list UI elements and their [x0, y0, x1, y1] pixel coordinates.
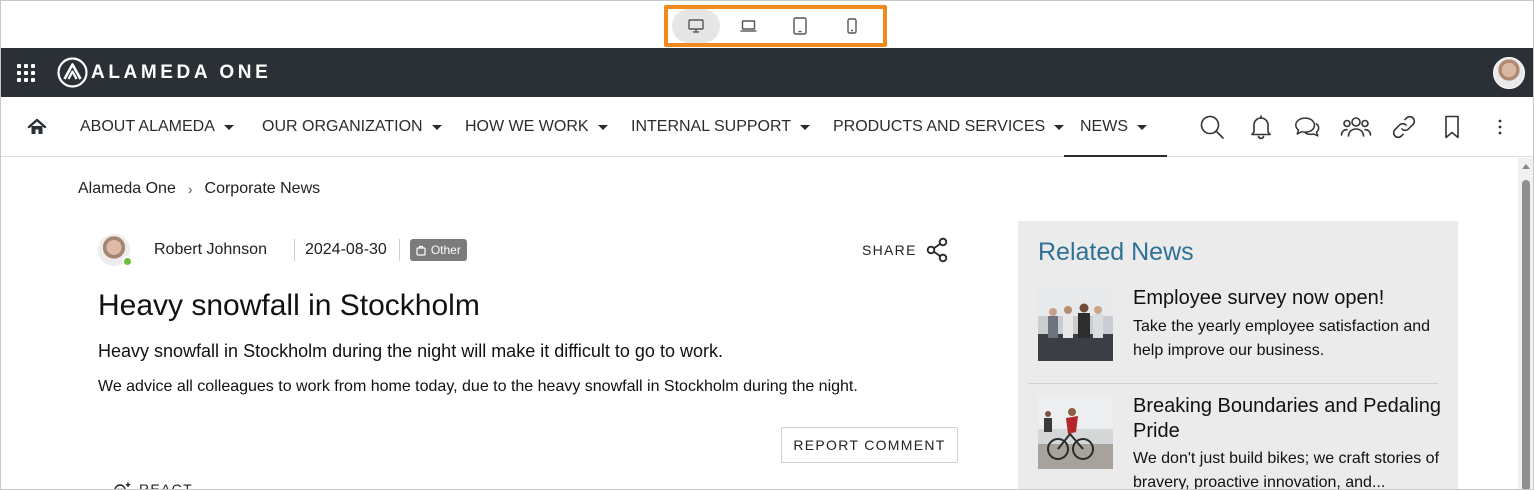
bookmarks-button[interactable] [1438, 113, 1466, 141]
share-icon [926, 237, 947, 263]
logo-mark-icon [57, 57, 88, 88]
article-title: Heavy snowfall in Stockholm [98, 289, 480, 322]
add-reaction-icon [114, 482, 131, 489]
search-button[interactable] [1198, 113, 1226, 141]
news-excerpt: We don't just build bikes; we craft stor… [1133, 450, 1440, 490]
article-meta: Robert Johnson 2024-08-30 Other [98, 233, 467, 267]
category-tag-label: Other [430, 243, 461, 257]
breadcrumb-separator: › [187, 181, 193, 197]
mobile-icon [847, 18, 857, 34]
tag-briefcase-icon [416, 245, 426, 256]
react-label: REACT [139, 481, 193, 490]
nav-item-label: INTERNAL SUPPORT [631, 118, 792, 135]
main-navigation: ABOUT ALAMEDA OUR ORGANIZATION HOW WE WO… [1, 97, 1533, 157]
brand-name: ALAMEDA ONE [91, 61, 272, 83]
news-headline[interactable]: Breaking Boundaries and Pedaling Pride [1133, 394, 1443, 444]
nav-item-label: OUR ORGANIZATION [262, 118, 423, 135]
related-news-item[interactable]: Employee survey now open! Take the yearl… [1028, 286, 1438, 376]
breadcrumb-item-current[interactable]: Corporate News [205, 180, 321, 198]
user-avatar[interactable] [1493, 57, 1525, 89]
brand-logo[interactable]: ALAMEDA ONE [57, 57, 271, 88]
news-divider [1028, 383, 1438, 384]
scroll-up-icon[interactable] [1522, 164, 1530, 169]
tablet-view-button[interactable] [776, 9, 824, 43]
caret-down-icon [800, 124, 811, 130]
author-avatar[interactable] [98, 234, 133, 267]
device-preview-bar [1, 1, 1533, 48]
news-excerpt: Take the yearly employee satisfaction an… [1133, 318, 1431, 359]
breadcrumb-item-home[interactable]: Alameda One [78, 180, 176, 198]
nav-item-about-alameda[interactable]: ABOUT ALAMEDA [80, 97, 234, 157]
related-news-title: Related News [1038, 238, 1194, 266]
category-tag[interactable]: Other [409, 239, 467, 261]
nav-item-label: ABOUT ALAMEDA [80, 118, 215, 135]
article-lead: Heavy snowfall in Stockholm during the n… [98, 341, 723, 361]
breadcrumb: Alameda One › Corporate News [78, 180, 320, 198]
people-button[interactable] [1340, 113, 1372, 141]
meta-divider [398, 239, 400, 261]
news-thumbnail-image [1038, 286, 1113, 361]
tablet-icon [793, 17, 807, 35]
share-label: SHARE [862, 242, 917, 258]
presence-online-icon [122, 256, 133, 267]
home-icon[interactable] [27, 117, 47, 137]
bell-icon [1251, 115, 1271, 140]
news-headline[interactable]: Employee survey now open! [1133, 286, 1443, 311]
notifications-button[interactable] [1247, 113, 1275, 141]
link-icon [1392, 115, 1416, 139]
chat-button[interactable] [1293, 113, 1321, 141]
meta-divider [293, 239, 295, 261]
caret-down-icon [1054, 124, 1065, 130]
laptop-icon [740, 20, 756, 32]
nav-item-label: NEWS [1080, 118, 1128, 135]
vertical-scrollbar[interactable] [1518, 158, 1533, 489]
post-date: 2024-08-30 [304, 241, 387, 258]
desktop-view-button[interactable] [672, 9, 720, 43]
nav-item-our-organization[interactable]: OUR ORGANIZATION [262, 97, 442, 157]
react-button[interactable]: REACT [113, 481, 193, 490]
nav-item-news[interactable]: NEWS [1064, 97, 1167, 157]
search-icon [1200, 115, 1224, 139]
share-button[interactable]: SHARE [862, 237, 949, 263]
caret-down-icon [1137, 124, 1147, 130]
page-content: Alameda One › Corporate News Robert John… [1, 158, 1518, 490]
report-comment-button[interactable]: REPORT COMMENT [781, 427, 958, 463]
chat-icon [1295, 117, 1320, 137]
top-bar: ALAMEDA ONE [1, 48, 1533, 97]
caret-down-icon [431, 124, 442, 130]
related-news-item[interactable]: Breaking Boundaries and Pedaling Pride W… [1028, 394, 1441, 489]
more-vertical-icon [1498, 119, 1502, 135]
news-thumbnail-image [1038, 394, 1113, 469]
laptop-view-button[interactable] [724, 9, 772, 43]
people-icon [1340, 117, 1372, 137]
nav-item-label: HOW WE WORK [465, 118, 589, 135]
scrollbar-thumb[interactable] [1522, 180, 1530, 489]
device-switcher [664, 5, 887, 47]
nav-item-products-and-services[interactable]: PRODUCTS AND SERVICES [833, 97, 1065, 157]
nav-item-how-we-work[interactable]: HOW WE WORK [465, 97, 608, 157]
caret-down-icon [223, 124, 234, 130]
article-body: We advice all colleagues to work from ho… [98, 378, 858, 395]
app-frame: ALAMEDA ONE ABOUT ALAMEDA OUR ORGANIZATI… [0, 0, 1534, 490]
caret-down-icon [597, 124, 608, 130]
related-news-panel: Related News Employee survey now open! T… [1018, 221, 1458, 489]
nav-item-internal-support[interactable]: INTERNAL SUPPORT [631, 97, 811, 157]
desktop-icon [688, 19, 704, 33]
mobile-view-button[interactable] [828, 9, 876, 43]
bookmark-icon [1445, 115, 1459, 139]
more-options-button[interactable] [1486, 113, 1514, 141]
nav-item-label: PRODUCTS AND SERVICES [833, 118, 1046, 135]
author-name[interactable]: Robert Johnson [154, 241, 267, 259]
app-launcher-icon[interactable] [17, 64, 35, 82]
links-button[interactable] [1390, 113, 1418, 141]
